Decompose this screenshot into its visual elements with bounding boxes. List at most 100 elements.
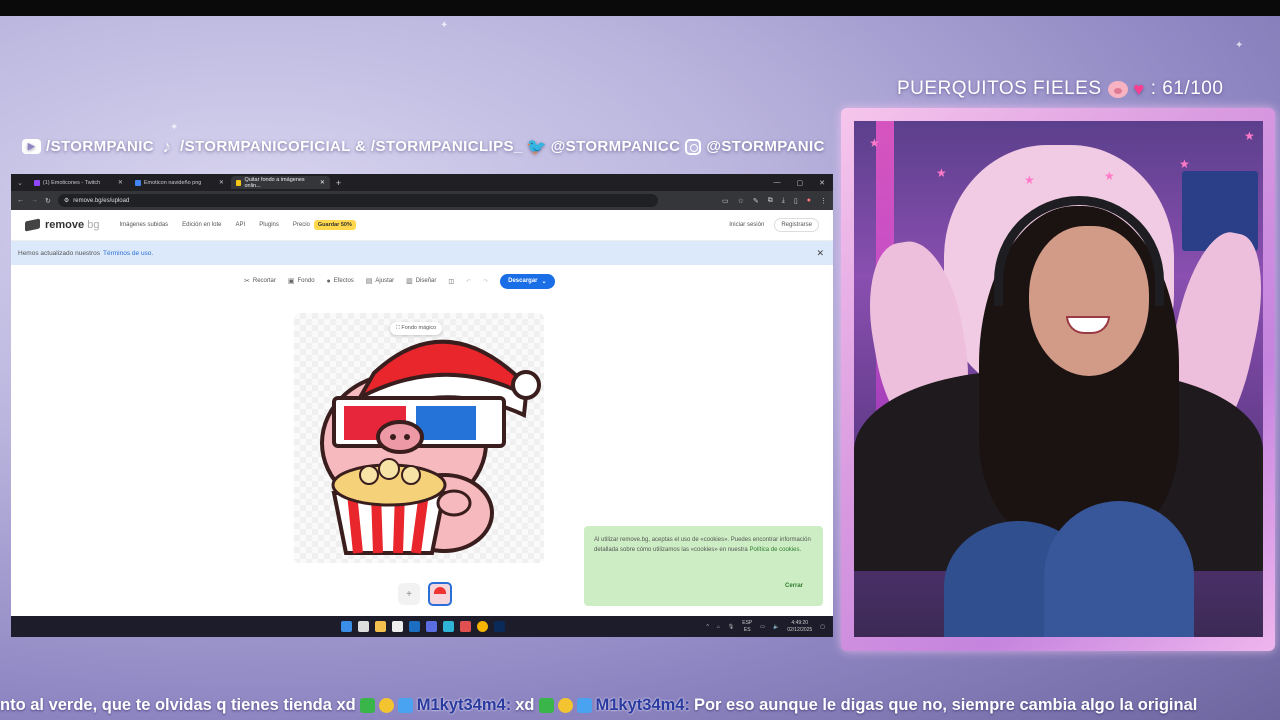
logo-text: remove bg [45,219,100,231]
star-decoration: ★ [1244,129,1255,143]
cookie-close-button[interactable]: Cerrar [785,582,803,592]
display-icon[interactable]: ▭ [760,624,765,630]
adjust-icon: ▤ [365,278,373,285]
tool-effects[interactable]: ● Efectos [327,278,354,285]
bookmark-star-icon[interactable]: ☆ [738,197,744,205]
follower-counter: PUERQUITOS FIELES ♥ : 61/100 [897,78,1223,100]
extension-icon[interactable]: ✎ [753,197,759,205]
browser-tab[interactable]: Emoticon navideño png ✕ [130,176,229,189]
magic-background-button[interactable]: ⛶ Fondo mágico [390,322,443,335]
image-thumbnail[interactable] [428,582,452,606]
check-emoji-icon [359,698,375,713]
image-icon: ▣ [287,278,295,285]
notification-icon[interactable]: ▢ [820,624,825,630]
twitter-handle: @STORMPANICC [550,138,681,155]
sunglasses-emoji-icon [378,698,394,713]
photoshop-icon[interactable] [494,621,505,632]
window-controls: — ▢ ✕ [774,179,834,187]
tab-search-icon[interactable]: ⌄ [17,179,23,187]
image-canvas[interactable]: ⛶ Fondo mágico [294,313,544,563]
tab-label: Emoticon navideño png [143,179,202,186]
counter-label: PUERQUITOS FIELES [897,78,1102,99]
chrome-icon[interactable] [477,621,488,632]
steam-icon[interactable] [409,621,420,632]
sidebar-icon[interactable]: ▯ [794,197,798,205]
discount-badge[interactable]: Guardar 50% [313,220,356,230]
tool-design[interactable]: ▥ Diseñar [406,277,436,285]
youtube-handle: /STORMPANIC [46,138,155,155]
edge-icon[interactable] [443,621,454,632]
tool-adjust[interactable]: ▤ Ajustar [366,277,394,285]
login-link[interactable]: Iniciar sesión [729,222,764,228]
add-image-button[interactable]: + [398,583,420,605]
obs-icon[interactable] [460,621,471,632]
cookie-consent-banner: Al utilizar remove.bg, aceptas el uso de… [584,526,823,606]
tray-chevron-icon[interactable]: ^ [707,624,709,630]
app-icon[interactable] [392,621,403,632]
close-tab-icon[interactable]: ✕ [219,179,224,186]
start-icon[interactable] [341,621,352,632]
new-tab-button[interactable]: + [336,178,341,188]
chat-ticker: nto al verde, que te olvidas q tienes ti… [0,691,1280,720]
close-window-icon[interactable]: ✕ [819,179,825,187]
profile-avatar[interactable]: ● [807,197,811,205]
download-button[interactable]: Descargar ⌄ [500,273,555,289]
nav-plugins[interactable]: Plugins [259,222,279,228]
reload-icon[interactable]: ↻ [45,197,51,205]
tab-bar: ⌄ (1) Emoticones - Twitch ✕ Emoticon nav… [11,174,833,191]
terms-link[interactable]: Términos de uso. [103,250,153,257]
social-links-bar: ▶ /STORMPANIC ♪ /STORMPANICOFICIAL & /ST… [22,136,825,156]
browser-tab[interactable]: (1) Emoticones - Twitch ✕ [29,176,128,189]
taskbar-apps [341,621,505,632]
star-decoration: ★ [1104,169,1115,183]
cookie-policy-link[interactable]: Política de cookies. [749,547,801,553]
pig-sticker-image [320,339,541,555]
ticker-message: nto al verde, que te olvidas q tienes ti… [0,696,356,714]
sparkle-decoration: ✦ [440,20,449,31]
nav-pricing[interactable]: Precio [293,222,310,228]
nav-uploaded-images[interactable]: Imágenes subidas [119,222,168,228]
nav-bulk-editing[interactable]: Edición en lote [182,222,221,228]
close-tab-icon[interactable]: ✕ [118,179,123,186]
url-input[interactable]: ⚙ remove.bg/es/upload [57,194,658,207]
redo-icon[interactable]: ↷ [483,278,488,285]
cast-icon[interactable]: ▭ [722,197,729,205]
file-explorer-icon[interactable] [375,621,386,632]
notice-text: Hemos actualizado nuestros [18,249,101,257]
nav-api[interactable]: API [236,222,246,228]
minimize-icon[interactable]: — [774,179,781,187]
logo-mark-icon [25,218,40,232]
download-icon[interactable]: ⤓ [782,197,785,205]
star-decoration: ★ [869,136,880,150]
forward-icon[interactable]: → [31,197,38,204]
pig-icon [1107,80,1128,98]
search-icon[interactable] [358,621,369,632]
menu-kebab-icon[interactable]: ⋮ [820,197,827,205]
close-notice-icon[interactable]: ✕ [816,248,826,259]
back-icon[interactable]: ← [17,197,24,204]
ticker-username: M1kyt34m4: [595,696,690,714]
undo-icon[interactable]: ↶ [466,278,471,285]
volume-icon[interactable]: 🔈 [773,624,779,630]
removebg-logo[interactable]: remove bg [25,218,100,232]
browser-tab-active[interactable]: Quitar fondo a imágenes onlin... ✕ [230,176,330,189]
discord-icon[interactable] [426,621,437,632]
tab-label: Quitar fondo a imágenes onlin... [244,176,305,189]
twitter-icon: 🐦 [526,138,547,156]
hearts-icon: ♥ [1133,78,1145,99]
tool-crop[interactable]: ✂ Recortar [244,277,276,285]
maximize-icon[interactable]: ▢ [797,179,804,187]
language-indicator[interactable]: ESP ES [742,620,752,633]
star-decoration: ★ [936,166,947,180]
puzzle-icon[interactable]: ⧉ [768,197,773,205]
gift-emoji-icon [397,698,413,713]
tool-background[interactable]: ▣ Fondo [288,277,315,285]
site-info-icon[interactable]: ⚙ [64,197,69,204]
close-tab-icon[interactable]: ✕ [320,179,325,186]
compare-icon[interactable]: ◫ [448,278,454,285]
mic-icon[interactable]: 🎙 [728,624,734,630]
network-icon[interactable]: ⌂ [717,624,720,630]
tiktok-icon: ♪ [162,136,172,156]
taskbar-clock[interactable]: 4:49:20 02/12/2025 [787,620,812,633]
register-button[interactable]: Registrarse [774,218,819,232]
